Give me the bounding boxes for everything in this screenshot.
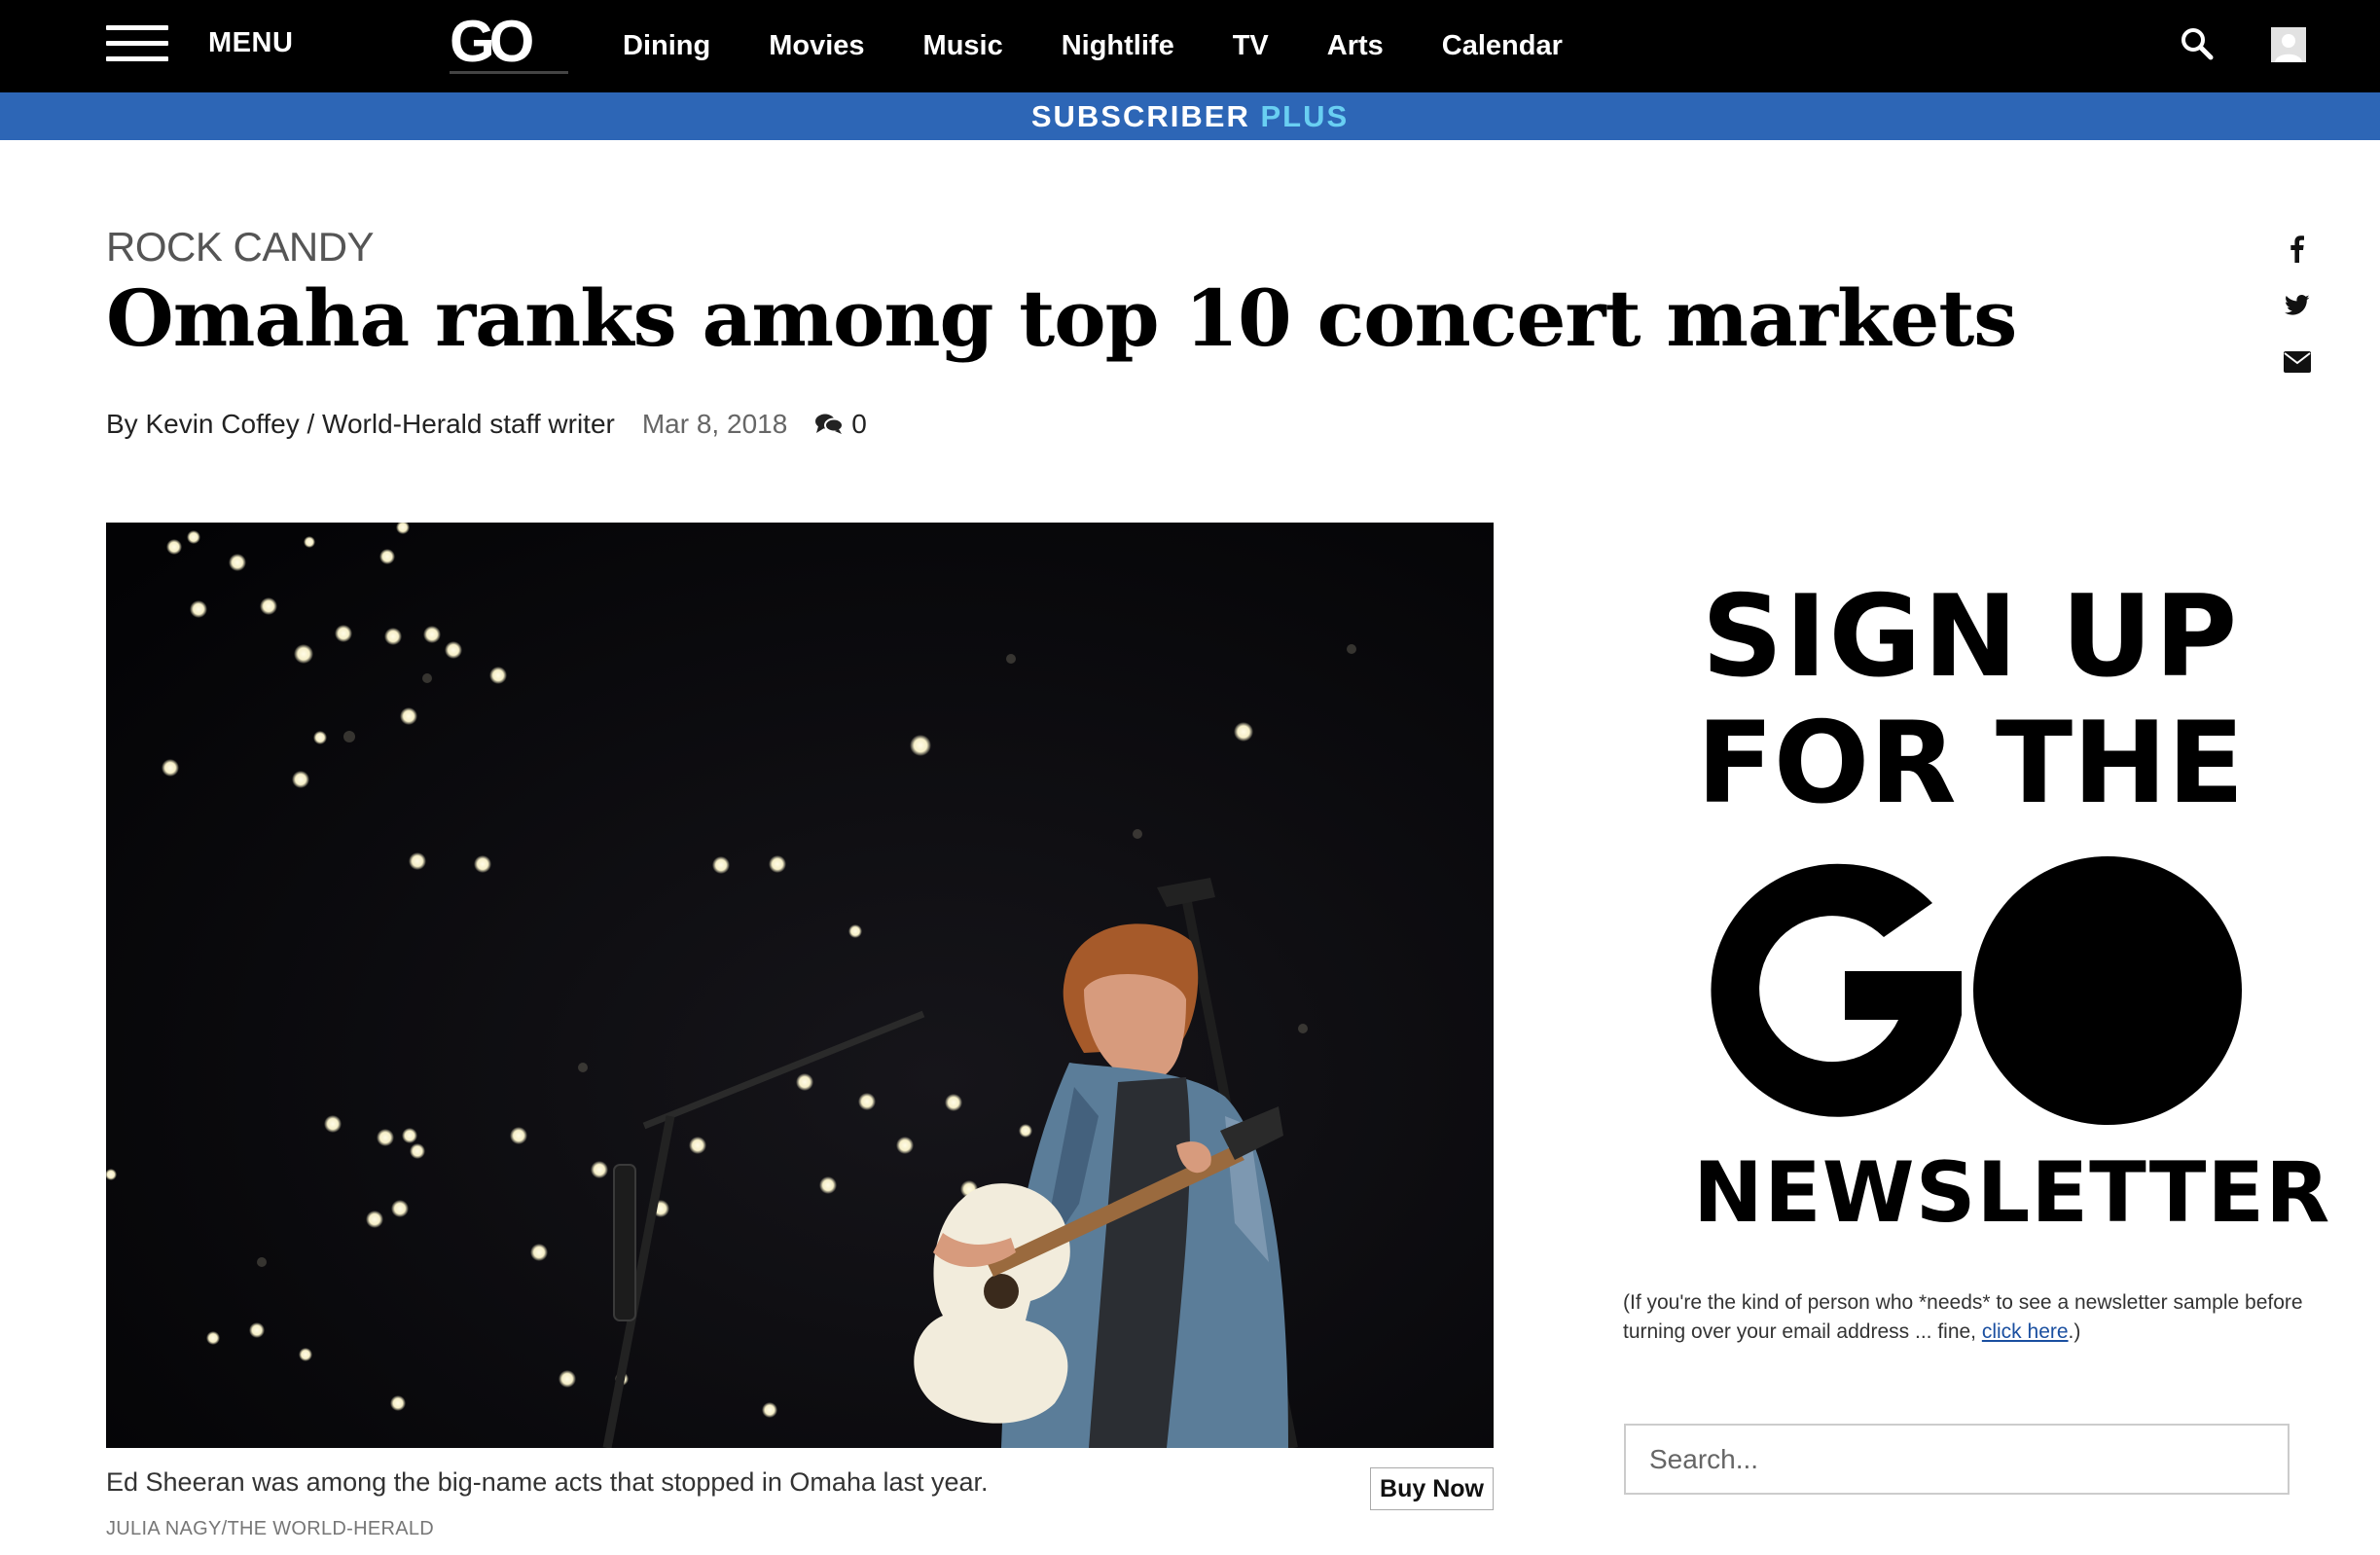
nav-link-dining[interactable]: Dining xyxy=(623,30,710,62)
newsletter-sample-link[interactable]: click here xyxy=(1982,1320,2069,1343)
article-headline: Omaha ranks among top 10 concert markets xyxy=(106,272,2017,364)
subscriber-plus-label: SUBSCRIBER PLUS xyxy=(1030,99,1350,133)
newsletter-sample-note: (If you're the kind of person who *needs… xyxy=(1623,1291,2303,1343)
twitter-icon[interactable] xyxy=(2283,291,2312,320)
comment-count: 0 xyxy=(851,409,867,439)
buy-now-button[interactable]: Buy Now xyxy=(1370,1467,1494,1510)
newsletter-line-newsletter: NEWSLETTER xyxy=(1693,1144,2331,1242)
author-byline[interactable]: By Kevin Coffey / World-Herald staff wri… xyxy=(106,409,615,440)
comments-link[interactable]: 0 xyxy=(814,409,867,440)
hamburger-menu-icon[interactable] xyxy=(106,25,168,62)
newsletter-go-logo xyxy=(1711,856,2242,1125)
search-icon[interactable] xyxy=(2180,26,2215,61)
go-logo[interactable]: GO xyxy=(450,9,568,74)
logo-underline xyxy=(450,71,568,74)
nav-link-arts[interactable]: Arts xyxy=(1327,30,1384,62)
go-logo-text: GO xyxy=(450,9,534,74)
nav-link-movies[interactable]: Movies xyxy=(769,30,864,62)
newsletter-line-sign-up: SIGN UP xyxy=(1701,571,2240,703)
comment-icon xyxy=(815,414,845,434)
nav-link-nightlife[interactable]: Nightlife xyxy=(1062,30,1174,62)
menu-label[interactable]: MENU xyxy=(208,27,293,59)
user-avatar-icon[interactable] xyxy=(2271,27,2306,62)
facebook-icon[interactable] xyxy=(2283,235,2312,264)
nav-link-tv[interactable]: TV xyxy=(1233,30,1269,62)
newsletter-line-for-the: FOR THE xyxy=(1696,698,2245,829)
nav-link-music[interactable]: Music xyxy=(923,30,1003,62)
newsletter-signup-promo[interactable]: SIGN UP FOR THE NEWSLETTER xyxy=(1693,571,2329,1243)
sidebar-search-input[interactable] xyxy=(1624,1424,2290,1495)
top-navigation: MENU GO Dining Movies Music Nightlife TV… xyxy=(0,0,2380,92)
photo-caption: Ed Sheeran was among the big-name acts t… xyxy=(106,1467,989,1497)
section-nav: Dining Movies Music Nightlife TV Arts Ca… xyxy=(623,0,1563,92)
nav-link-calendar[interactable]: Calendar xyxy=(1442,30,1563,62)
subscriber-plus-banner[interactable]: SUBSCRIBER PLUS xyxy=(0,92,2380,140)
section-kicker[interactable]: ROCK CANDY xyxy=(106,224,375,271)
publish-date: Mar 8, 2018 xyxy=(641,409,788,439)
byline: By Kevin Coffey / World-Herald staff wri… xyxy=(106,409,867,440)
photo-credit: JULIA NAGY/THE WORLD-HERALD xyxy=(106,1518,435,1539)
article-photo-ed-sheeran[interactable] xyxy=(106,523,1494,1448)
email-icon[interactable] xyxy=(2283,347,2312,377)
